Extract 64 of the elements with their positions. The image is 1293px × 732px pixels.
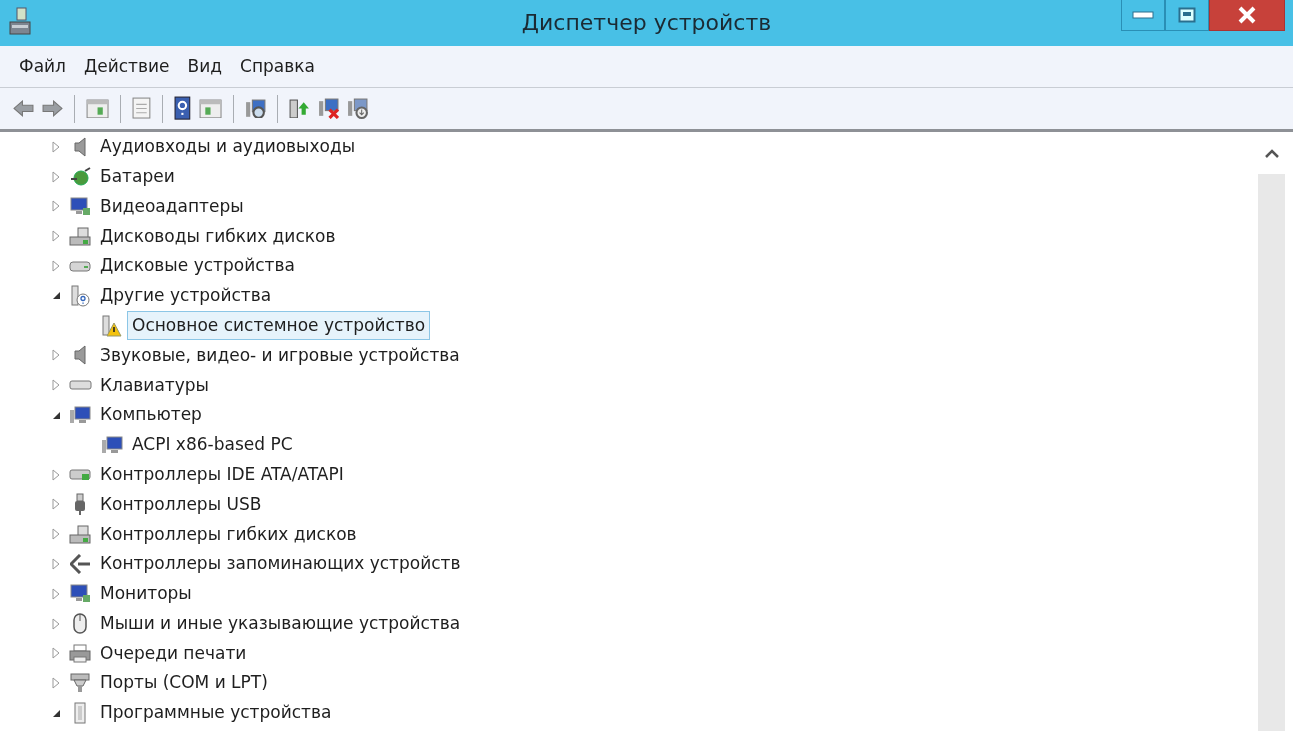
scroll-up-icon[interactable] (1264, 148, 1279, 158)
window-title: Диспетчер устройств (521, 10, 772, 35)
computer-icon (101, 435, 123, 454)
warning-device-icon (102, 314, 122, 337)
pane-icon (198, 98, 222, 119)
close-button[interactable] (1209, 0, 1285, 31)
mouse-icon (73, 613, 87, 635)
tree-item[interactable]: Другие устройства (95, 281, 277, 311)
scan-icon (244, 98, 266, 119)
unknown-device-icon (70, 284, 90, 307)
tree-item[interactable]: Мониторы (95, 579, 197, 609)
computer-icon (69, 406, 91, 425)
monitor-icon (69, 584, 91, 604)
disable-device-icon (346, 98, 368, 119)
tree-item[interactable]: ACPI x86-based PC (127, 430, 298, 460)
printer-icon (69, 643, 91, 663)
tree-item[interactable]: Звуковые, видео- и игровые устройства (95, 340, 465, 371)
back-arrow-button[interactable] (10, 97, 37, 120)
forward-arrow-button[interactable] (39, 97, 66, 120)
minimize-icon (1132, 11, 1154, 19)
tree-item[interactable]: Контроллеры IDE ATA/ATAPI (95, 459, 349, 490)
usb-plug-icon (74, 492, 86, 516)
maximize-icon (1178, 7, 1196, 23)
tree-item[interactable]: Аудиовходы и аудиовыходы (95, 132, 361, 162)
minimize-button[interactable] (1121, 0, 1165, 31)
floppy-drive-icon (69, 524, 91, 544)
tree-item[interactable]: Основное системное устройство (127, 310, 431, 341)
help-icon (174, 96, 191, 121)
menu-item[interactable]: Действие (74, 53, 179, 80)
disk-drive-icon (69, 260, 91, 272)
keyboard-icon (68, 380, 92, 391)
tree-item[interactable]: Контроллеры USB (95, 489, 267, 520)
uninstall-icon (317, 98, 339, 119)
scrollbar[interactable] (1258, 132, 1285, 731)
tree-item[interactable]: Программные устройства (95, 698, 337, 728)
tree-item[interactable]: Порты (COM и LPT) (95, 668, 273, 698)
speaker-icon (74, 345, 86, 366)
device-manager-icon (8, 6, 32, 36)
forward-arrow-icon (42, 100, 63, 117)
ide-controller-icon (69, 468, 91, 481)
back-arrow-icon (13, 100, 34, 117)
tree-item[interactable]: Контроллеры запоминающих устройств (95, 549, 466, 579)
tree-item[interactable]: Дисководы гибких дисков (95, 221, 341, 252)
tree-item[interactable]: Компьютер (95, 400, 207, 430)
close-icon (1237, 6, 1257, 24)
document-icon (132, 97, 151, 120)
update-driver-icon (288, 98, 310, 119)
tree-item[interactable]: Мыши и иные указывающие устройства (95, 608, 466, 639)
floppy-drive-icon (69, 226, 91, 246)
speaker-icon (74, 136, 86, 157)
software-device-icon (74, 702, 86, 725)
port-connector-icon (70, 673, 90, 694)
tree-item[interactable]: Батареи (95, 161, 180, 192)
menu-item[interactable]: Вид (178, 53, 231, 80)
maximize-button[interactable] (1165, 0, 1209, 31)
monitor-icon (69, 197, 91, 216)
tree-item[interactable]: Очереди печати (95, 638, 252, 669)
menu-item[interactable]: Файл (10, 53, 75, 80)
pane-icon (86, 98, 110, 119)
tree-item[interactable]: Дисковые устройства (95, 251, 300, 281)
tree-item[interactable]: Клавиатуры (95, 370, 214, 400)
tree-item[interactable]: Контроллеры гибких дисков (95, 519, 362, 549)
menu-item[interactable]: Справка (231, 53, 324, 80)
tree-item[interactable]: Видеоадаптеры (95, 191, 249, 222)
